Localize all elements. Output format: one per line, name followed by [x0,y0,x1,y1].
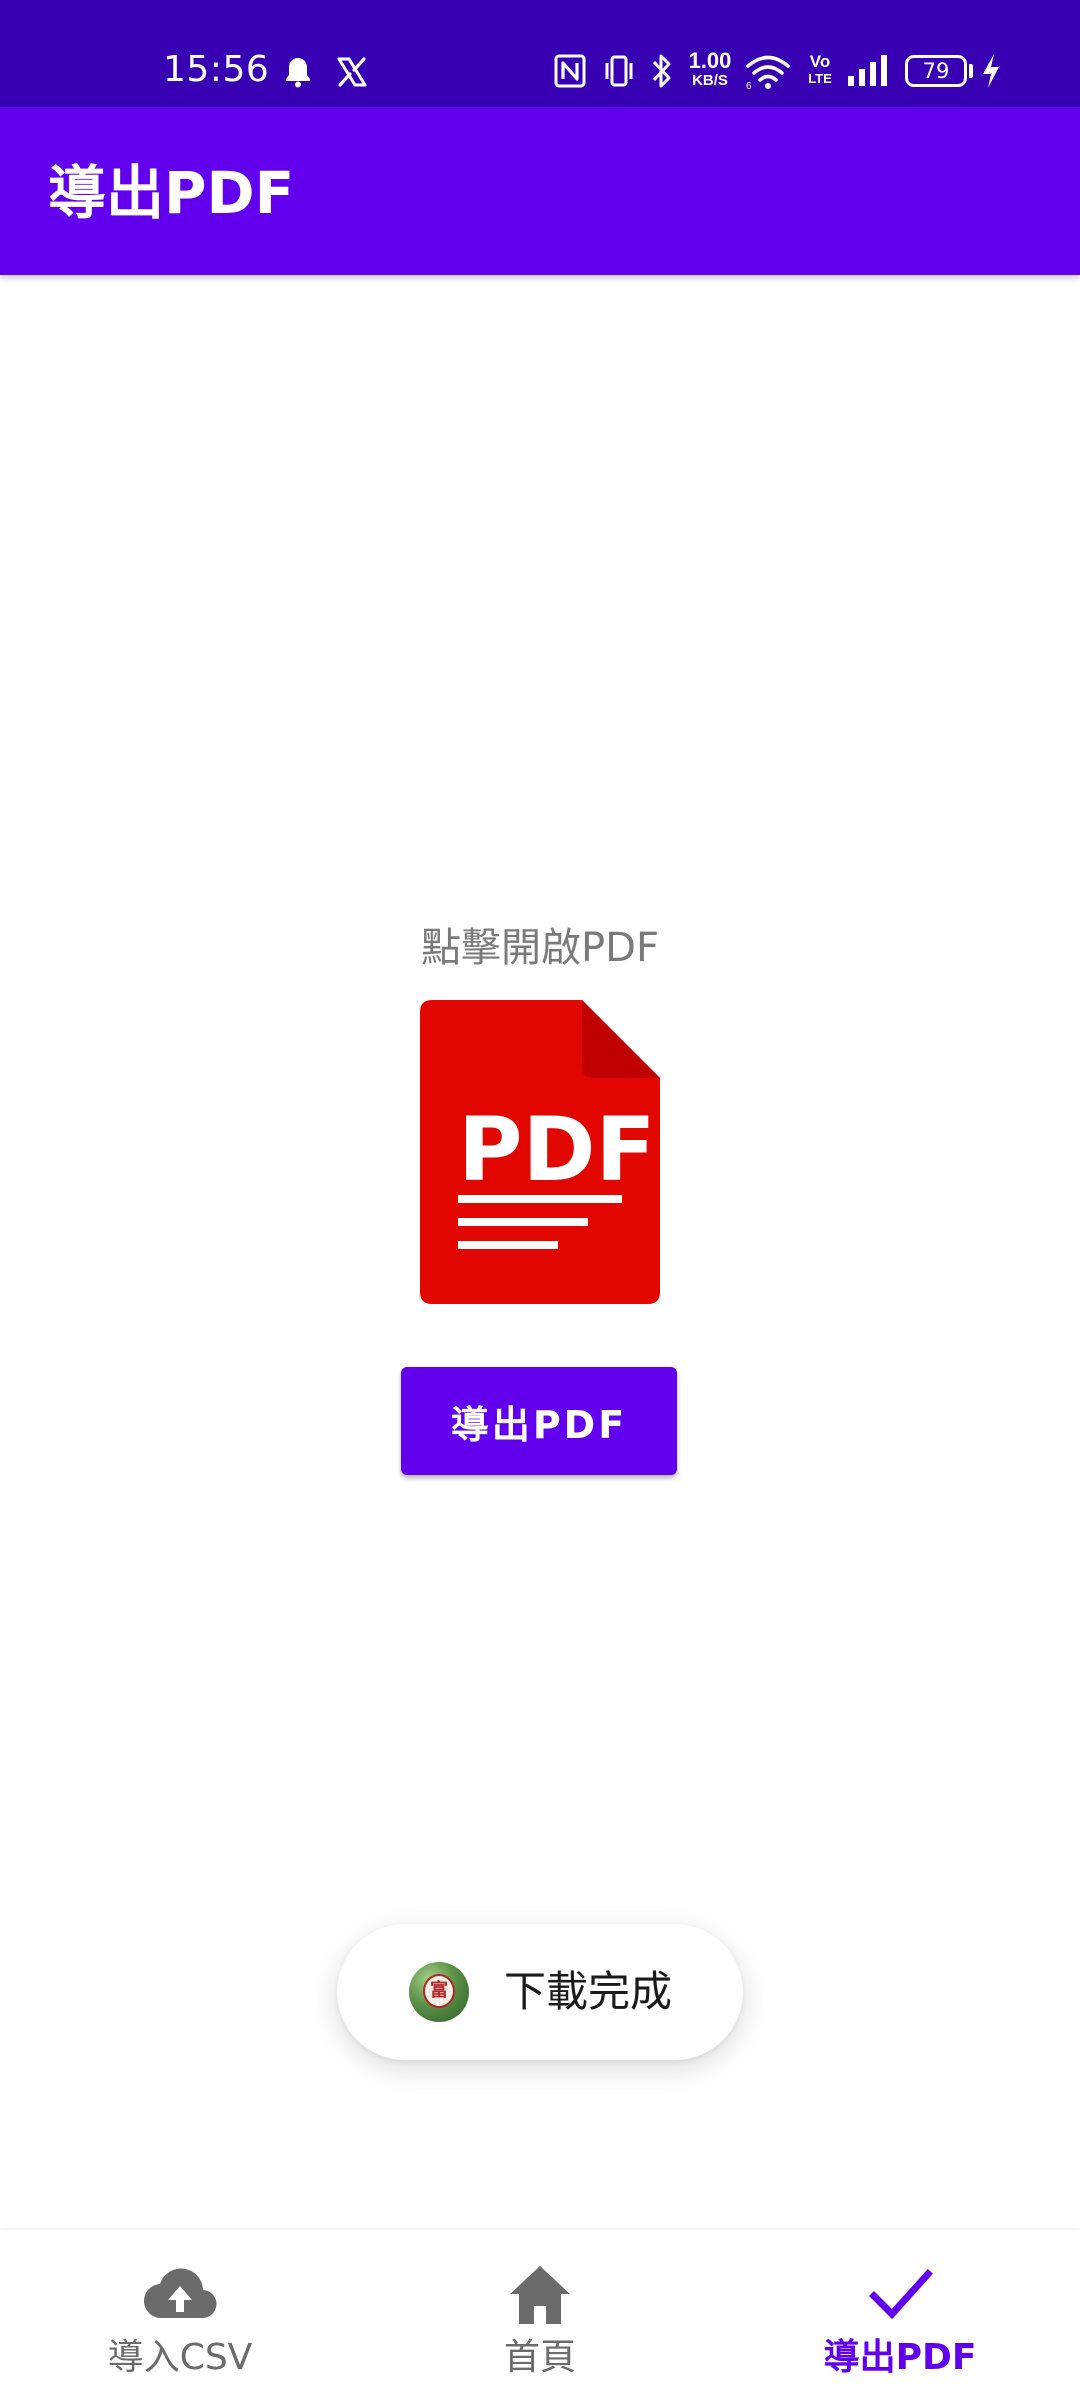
data-speed-value: 1.00 [688,48,732,73]
open-pdf-hint: 點擊開啟PDF [421,925,659,971]
pdf-icon-label: PDF [458,1098,656,1201]
status-time: 15:56 [163,49,270,90]
wifi-icon: 6 [746,55,790,90]
nfc-icon [554,54,586,88]
battery-level: 79 [922,59,950,83]
nav-item-import-csv[interactable]: 導入CSV [0,2230,360,2400]
bottom-navigation: 導入CSV 首頁 導出PDF [0,2230,1080,2400]
bluetooth-icon [652,54,671,88]
status-bar: 15:56 1.00 KB/S 6 Vo LTE 79 [0,0,1080,107]
svg-text:6: 6 [746,81,752,90]
check-icon [869,2269,933,2320]
x-app-icon [337,57,367,87]
cloud-upload-icon [143,2268,217,2319]
toast-message: 下載完成 [504,1967,673,2016]
avatar-badge: 富 [423,1974,455,2008]
volte-top-label: Vo [809,52,831,71]
volte-icon: Vo LTE [806,52,834,92]
app-avatar: 富 [409,1962,469,2022]
bell-icon [286,58,310,88]
download-complete-toast: 富 下載完成 [337,1924,743,2060]
signal-icon [848,55,887,86]
nav-label-import-csv: 導入CSV [107,2337,253,2378]
volte-bottom-label: LTE [808,71,832,86]
export-pdf-button[interactable]: 導出PDF [401,1367,677,1475]
data-speed-unit: KB/S [692,72,728,89]
app-bar: 導出PDF [0,107,1080,275]
battery-icon: 79 [905,55,967,87]
battery-nub [969,64,973,78]
data-speed-icon: 1.00 KB/S [688,50,732,94]
nav-label-home: 首頁 [503,2337,576,2378]
nav-item-export-pdf[interactable]: 導出PDF [720,2230,1080,2400]
nav-item-home[interactable]: 首頁 [360,2230,720,2400]
nav-label-export-pdf: 導出PDF [823,2337,977,2378]
home-icon [510,2266,570,2324]
pdf-file-icon[interactable]: PDF [420,1000,660,1304]
charging-icon [983,54,999,88]
page-title: 導出PDF [48,159,295,227]
vibrate-icon [605,55,633,87]
